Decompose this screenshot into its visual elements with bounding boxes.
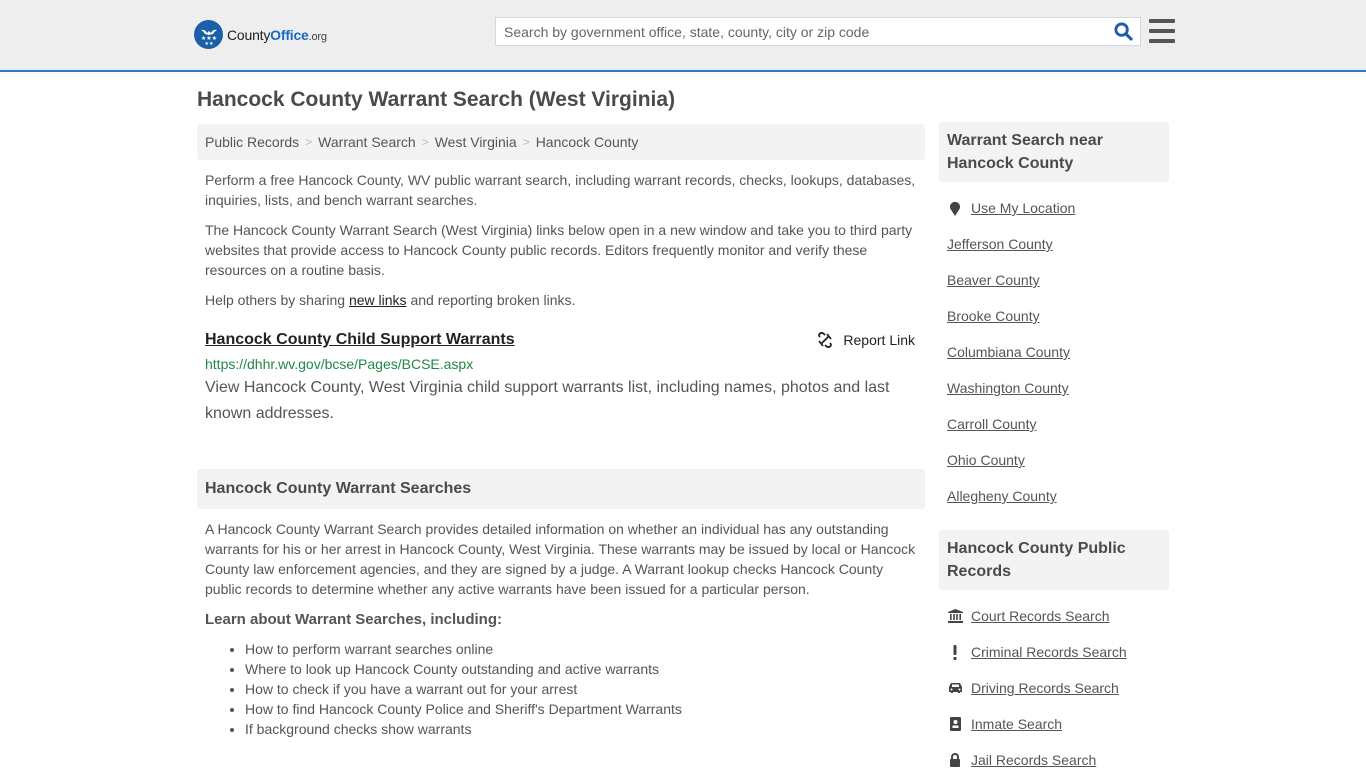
site-logo[interactable]: ★★★ ★★ CountyOffice.org [194,20,327,49]
public-record-item: Inmate Search [947,706,1161,742]
result-url: https://dhhr.wv.gov/bcse/Pages/BCSE.aspx [205,356,474,372]
breadcrumb-separator: > [305,135,313,149]
intro-paragraph: Perform a free Hancock County, WV public… [205,172,916,208]
list-item: How to find Hancock County Police and Sh… [245,699,925,719]
nearby-county-link[interactable]: Beaver County [947,272,1040,288]
nearby-item: Allegheny County [947,478,1161,514]
nearby-item: Brooke County [947,298,1161,334]
nearby-heading: Warrant Search near Hancock County [939,122,1169,182]
search-bar [495,17,1141,46]
menu-bar-icon [1149,39,1175,43]
nearby-item: Carroll County [947,406,1161,442]
nearby-county-link[interactable]: Allegheny County [947,488,1057,504]
breadcrumb-warrant-search[interactable]: Warrant Search [318,134,416,150]
logo-text: CountyOffice.org [227,26,327,43]
sidebar: Warrant Search near Hancock County Use M… [939,122,1169,778]
search-icon [1113,22,1133,41]
nearby-item: Columbiana County [947,334,1161,370]
breadcrumb-separator: > [522,135,530,149]
nearby-county-link[interactable]: Brooke County [947,308,1040,324]
list-item: How to perform warrant searches online [245,639,925,659]
nearby-item: Washington County [947,370,1161,406]
nearby-county-link[interactable]: Carroll County [947,416,1036,432]
main-content: Public Records > Warrant Search > West V… [197,124,925,739]
menu-bar-icon [1149,19,1175,23]
result-description: View Hancock County, West Virginia child… [205,379,890,422]
car-icon [947,682,963,694]
list-item: How to check if you have a warrant out f… [245,679,925,699]
public-record-item: Criminal Records Search [947,634,1161,670]
warrant-searches-heading: Hancock County Warrant Searches [197,469,925,509]
share-links-paragraph: Help others by sharing new links and rep… [205,292,576,308]
inmate-search-link[interactable]: Inmate Search [971,716,1062,732]
nearby-list: Use My Location Jefferson County Beaver … [939,190,1169,514]
new-links-link[interactable]: new links [349,292,407,308]
breadcrumb-separator: > [421,135,429,149]
site-header: ★★★ ★★ CountyOffice.org [0,0,1366,72]
nearby-county-link[interactable]: Washington County [947,380,1069,396]
list-item: Where to look up Hancock County outstand… [245,659,925,679]
courthouse-icon [947,609,963,623]
driving-records-link[interactable]: Driving Records Search [971,680,1119,696]
nearby-item: Ohio County [947,442,1161,478]
report-link-button[interactable]: Report Link [817,330,915,350]
nearby-item: Jefferson County [947,226,1161,262]
page-title: Hancock County Warrant Search (West Virg… [197,88,676,111]
court-records-link[interactable]: Court Records Search [971,608,1110,624]
learn-about-heading: Learn about Warrant Searches, including: [205,611,502,628]
nearby-item: Beaver County [947,262,1161,298]
lock-icon [947,753,963,767]
nearby-county-link[interactable]: Jefferson County [947,236,1053,252]
learn-about-list: How to perform warrant searches online W… [197,639,925,739]
public-record-item: Court Records Search [947,598,1161,634]
search-button[interactable] [1106,18,1140,45]
map-marker-icon [947,201,963,216]
exclamation-icon [947,644,963,660]
hamburger-menu-button[interactable] [1149,19,1175,43]
public-record-item: Jail Records Search [947,742,1161,778]
svg-text:★★: ★★ [204,41,213,46]
id-badge-icon [947,717,963,731]
result-title-link[interactable]: Hancock County Child Support Warrants [205,330,515,350]
use-my-location-link[interactable]: Use My Location [971,200,1075,216]
breadcrumb-west-virginia[interactable]: West Virginia [435,134,517,150]
menu-bar-icon [1149,29,1175,33]
nearby-county-link[interactable]: Ohio County [947,452,1025,468]
public-records-heading: Hancock County Public Records [939,530,1169,590]
public-records-list: Court Records Search Criminal Records Se… [939,598,1169,778]
breadcrumb-hancock-county[interactable]: Hancock County [536,134,639,150]
broken-link-icon [818,332,833,348]
disclaimer-paragraph: The Hancock County Warrant Search (West … [205,222,913,278]
eagle-stars-logo-icon: ★★★ ★★ [194,20,223,49]
search-input[interactable] [496,18,1106,45]
list-item: If background checks show warrants [245,719,925,739]
breadcrumb: Public Records > Warrant Search > West V… [197,124,925,160]
result-item: Hancock County Child Support Warrants Re… [197,330,925,427]
public-record-item: Driving Records Search [947,670,1161,706]
jail-records-link[interactable]: Jail Records Search [971,752,1096,768]
breadcrumb-public-records[interactable]: Public Records [205,134,299,150]
nearby-county-link[interactable]: Columbiana County [947,344,1070,360]
criminal-records-link[interactable]: Criminal Records Search [971,644,1127,660]
use-my-location-item: Use My Location [947,190,1161,226]
warrant-searches-paragraph: A Hancock County Warrant Search provides… [205,521,916,597]
